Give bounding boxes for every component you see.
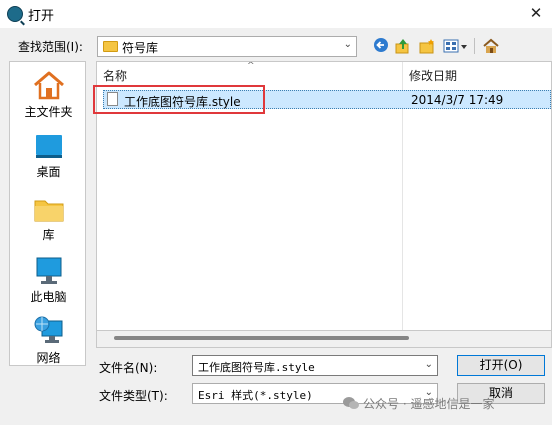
home-button[interactable] [482, 37, 500, 55]
new-folder-icon [419, 39, 434, 54]
up-folder-icon [395, 39, 409, 54]
toolbar-divider [474, 38, 475, 54]
close-button[interactable]: ✕ [520, 0, 552, 28]
look-in-value: 符号库 [122, 41, 159, 55]
sort-ascending-icon: ^ [247, 61, 255, 71]
home-icon [33, 71, 64, 100]
place-label: 库 [42, 228, 55, 242]
place-home[interactable]: 主文件夹 [10, 66, 87, 122]
home-icon [483, 38, 499, 53]
folder-icon [103, 41, 118, 52]
open-button[interactable]: 打开(O) [457, 355, 545, 376]
window-title: 打开 [28, 9, 55, 24]
wechat-logo-icon [343, 397, 359, 409]
view-grid-icon [443, 39, 467, 53]
place-library[interactable]: 库 [10, 192, 87, 244]
app-search-icon [7, 6, 23, 22]
chevron-down-icon[interactable]: ⌄ [425, 359, 433, 370]
file-type-label: 文件类型(T): [99, 389, 168, 403]
chevron-down-icon: ⌄ [343, 39, 352, 50]
place-this-pc[interactable]: 此电脑 [10, 254, 87, 306]
place-label: 桌面 [36, 165, 61, 179]
place-label: 此电脑 [30, 290, 67, 304]
file-type-value: Esri 样式(*.style) [198, 389, 313, 402]
place-label: 主文件夹 [24, 105, 73, 119]
up-folder-button[interactable] [394, 37, 412, 55]
place-desktop[interactable]: 桌面 [10, 130, 87, 182]
back-arrow-icon [374, 38, 388, 52]
scrollbar-thumb[interactable] [114, 336, 409, 340]
computer-icon [36, 257, 61, 284]
place-network[interactable]: 网络 [10, 315, 87, 367]
network-icon [34, 316, 62, 343]
library-icon [34, 200, 63, 222]
title-bar: 打开 ✕ [0, 0, 552, 28]
desktop-icon [35, 135, 62, 158]
column-header-modified[interactable]: 修改日期 [409, 67, 457, 84]
places-bar: 主文件夹 桌面 库 此电脑 网络 [9, 61, 86, 366]
column-header-name[interactable]: 名称 [103, 67, 127, 84]
back-button[interactable] [372, 37, 390, 55]
watermark-text: 公众号 · 遥感地信是一家 [363, 397, 495, 411]
file-name-value: 工作底图符号库.style [198, 361, 315, 374]
place-label: 网络 [36, 351, 61, 365]
file-name-input[interactable]: 工作底图符号库.style ⌄ [192, 355, 438, 376]
file-list-header: ^ 名称 修改日期 [97, 61, 551, 84]
new-folder-button[interactable] [418, 37, 436, 55]
file-date-cell: 2014/3/7 17:49 [411, 93, 504, 107]
view-menu-button[interactable] [442, 37, 470, 55]
file-name-label: 文件名(N): [99, 361, 158, 375]
look-in-label: 查找范围(I): [18, 40, 83, 54]
horizontal-scrollbar[interactable] [96, 331, 552, 348]
look-in-combo[interactable]: 符号库 ⌄ [97, 36, 357, 57]
annotation-highlight-box [93, 85, 265, 114]
